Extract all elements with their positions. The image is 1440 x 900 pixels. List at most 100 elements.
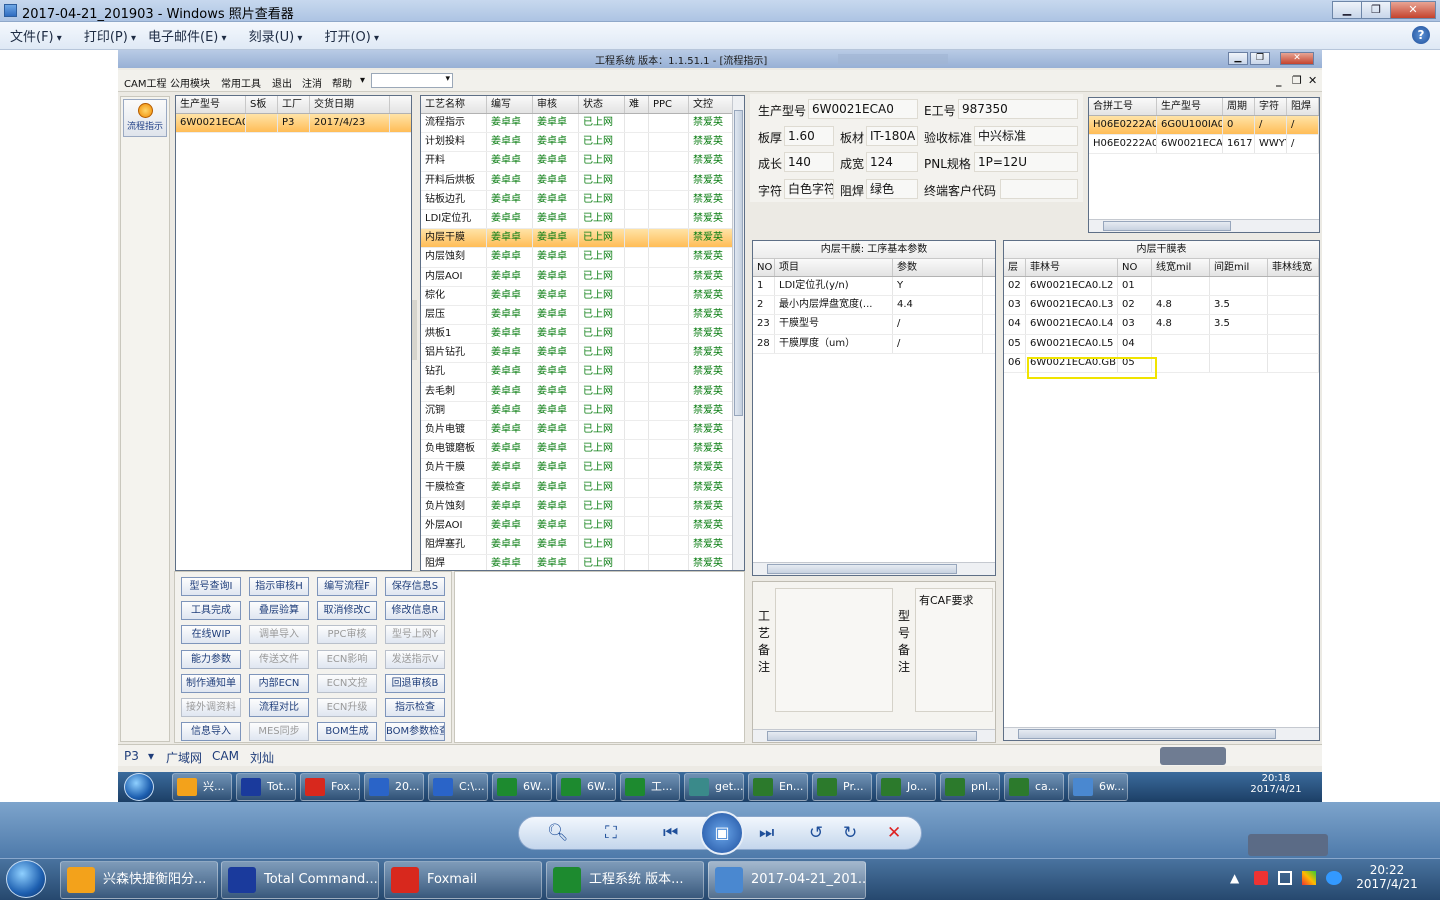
delete-icon[interactable]: ✕ xyxy=(887,823,901,843)
standard-value[interactable]: 中兴标准 xyxy=(974,126,1078,146)
process-row[interactable]: 负片电镀 姜卓卓 姜卓卓 已上网 禁爱英 xyxy=(421,421,744,441)
mdi-restore-button[interactable]: ❐ xyxy=(1292,74,1302,87)
action-button[interactable]: 修改信息R xyxy=(385,601,445,621)
model-value[interactable]: 6W0021ECA0 xyxy=(808,99,918,119)
process-row[interactable]: 流程指示 姜卓卓 姜卓卓 已上网 禁爱英 xyxy=(421,114,744,134)
thickness-value[interactable]: 1.60 xyxy=(784,126,834,146)
slideshow-icon[interactable]: ▣ xyxy=(700,811,744,855)
action-center-icon[interactable] xyxy=(1254,871,1268,885)
menu-burn[interactable]: 刻录(U) xyxy=(249,26,303,45)
action-button[interactable]: 内部ECN xyxy=(249,673,309,693)
action-button[interactable]: ECN升级 xyxy=(317,698,377,717)
action-button[interactable]: 指示审核H xyxy=(249,577,309,596)
process-row[interactable]: 内层AOI 姜卓卓 姜卓卓 已上网 禁爱英 xyxy=(421,267,744,287)
app-tray-icon[interactable] xyxy=(1302,871,1316,885)
plant-dropdown-arrow[interactable]: ▾ xyxy=(148,749,154,763)
merge-row[interactable]: H06E0222A0 6G0U100IA0 0// xyxy=(1089,116,1319,136)
process-row[interactable]: 外层AOI 姜卓卓 姜卓卓 已上网 禁爱英 xyxy=(421,516,744,537)
merge-col-char[interactable]: 字符 xyxy=(1255,98,1287,115)
mask-value[interactable]: 绿色 xyxy=(866,179,918,199)
inner-taskbar-button[interactable]: get... xyxy=(684,773,744,801)
orders-col-s[interactable]: S板 xyxy=(246,96,278,113)
film-col-layer[interactable]: 层 xyxy=(1004,259,1026,276)
process-col-name[interactable]: 工艺名称 xyxy=(421,96,487,113)
status-tab-cam[interactable]: CAM xyxy=(212,749,239,763)
network-icon[interactable] xyxy=(1278,871,1292,885)
menu-file[interactable]: 文件(F) xyxy=(10,26,62,45)
process-row[interactable]: 开料 姜卓卓 姜卓卓 已上网 禁爱英 xyxy=(421,152,744,172)
plant-selector[interactable]: P3 xyxy=(124,749,139,763)
mdi-close-button[interactable]: ✕ xyxy=(1308,74,1317,87)
action-button[interactable]: MES同步 xyxy=(249,722,309,742)
action-button[interactable]: PPC审核 xyxy=(317,625,377,645)
action-button[interactable]: 型号上网Y xyxy=(385,625,445,645)
film-col-spacing[interactable]: 间距mil xyxy=(1210,259,1268,276)
module-combo[interactable] xyxy=(371,73,453,88)
customer-code-value[interactable] xyxy=(1000,179,1078,199)
process-row[interactable]: 内层干膜 姜卓卓 姜卓卓 已上网 禁爱英 xyxy=(421,229,744,249)
merge-col-job[interactable]: 合拼工号 xyxy=(1089,98,1157,115)
rotate-ccw-icon[interactable]: ↺ xyxy=(809,823,823,843)
inner-taskbar-button[interactable]: 6W... xyxy=(556,773,616,801)
menu-help-arrow[interactable]: ▾ xyxy=(360,75,365,86)
process-row[interactable]: 阻焊塞孔 姜卓卓 姜卓卓 已上网 禁爱英 xyxy=(421,536,744,556)
length-value[interactable]: 140 xyxy=(784,152,834,172)
menu-help[interactable]: 帮助 xyxy=(332,75,352,90)
inner-taskbar-button[interactable]: Jo... xyxy=(876,773,936,801)
process-row[interactable]: 干膜检查 姜卓卓 姜卓卓 已上网 禁爱英 xyxy=(421,478,744,498)
tray-overflow-icon[interactable] xyxy=(1248,834,1328,856)
process-notes-text[interactable] xyxy=(775,588,893,712)
zoom-icon[interactable]: 🔍︎ xyxy=(547,823,569,843)
orders-col-date[interactable]: 交货日期 xyxy=(310,96,390,113)
menu-tools[interactable]: 常用工具 xyxy=(221,75,261,90)
process-row[interactable]: 去毛刺 姜卓卓 姜卓卓 已上网 禁爱英 xyxy=(421,382,744,402)
params-row[interactable]: 28 干膜厚度（um） / xyxy=(753,334,995,354)
inner-taskbar-button[interactable]: C:\... xyxy=(428,773,488,801)
start-button-icon[interactable] xyxy=(6,860,46,898)
action-button[interactable]: BOM生成 xyxy=(317,722,377,742)
inner-taskbar-button[interactable]: ca... xyxy=(1004,773,1064,801)
film-row[interactable]: 04 6W0021ECA0.L4 03 4.8 3.5 xyxy=(1004,315,1319,335)
merge-col-cycle[interactable]: 周期 xyxy=(1223,98,1255,115)
action-button[interactable]: 在线WIP xyxy=(181,625,241,645)
menu-email[interactable]: 电子邮件(E) xyxy=(148,26,227,45)
params-col-item[interactable]: 项目 xyxy=(775,259,893,276)
inner-clock[interactable]: 20:18 2017/4/21 xyxy=(1236,773,1316,795)
params-row[interactable]: 23 干膜型号 / xyxy=(753,315,995,335)
os-taskbar-button[interactable]: Foxmail xyxy=(384,861,542,899)
os-clock[interactable]: 20:22 2017/4/21 xyxy=(1350,863,1424,891)
process-col-review[interactable]: 审核 xyxy=(533,96,579,113)
action-button[interactable]: 流程对比 xyxy=(249,698,309,717)
process-row[interactable]: 钻孔 姜卓卓 姜卓卓 已上网 禁爱英 xyxy=(421,363,744,383)
film-row[interactable]: 03 6W0021ECA0.L3 02 4.8 3.5 xyxy=(1004,296,1319,316)
params-row[interactable]: 1 LDI定位孔(y/n) Y xyxy=(753,277,995,297)
params-row[interactable]: 2 最小内层焊盘宽度(... 4.4 xyxy=(753,296,995,316)
inner-taskbar-button[interactable]: Tot... xyxy=(236,773,296,801)
process-row[interactable]: 沉铜 姜卓卓 姜卓卓 已上网 禁爱英 xyxy=(421,401,744,421)
process-scrollbar[interactable] xyxy=(732,96,744,570)
eno-value[interactable]: 987350 xyxy=(958,99,1078,119)
process-row[interactable]: 开料后烘板 姜卓卓 姜卓卓 已上网 禁爱英 xyxy=(421,171,744,191)
app-minimize-button[interactable]: ▁ xyxy=(1228,52,1248,65)
process-row[interactable]: 阻焊 姜卓卓 姜卓卓 已上网 禁爱英 xyxy=(421,555,744,570)
process-row[interactable]: 烘板1 姜卓卓 姜卓卓 已上网 禁爱英 xyxy=(421,325,744,345)
inner-taskbar-button[interactable]: Pr... xyxy=(812,773,872,801)
merge-col-model[interactable]: 生产型号 xyxy=(1157,98,1223,115)
tray-arrow-icon[interactable]: ▲ xyxy=(1230,871,1239,885)
process-col-doc[interactable]: 文控 xyxy=(689,96,734,113)
action-button[interactable]: 调单导入 xyxy=(249,625,309,645)
film-col-film-width[interactable]: 菲林线宽 xyxy=(1268,259,1319,276)
menu-logout[interactable]: 注消 xyxy=(302,75,322,90)
process-row[interactable]: LDI定位孔 姜卓卓 姜卓卓 已上网 禁爱英 xyxy=(421,209,744,230)
pnl-value[interactable]: 1P=12U xyxy=(974,152,1078,172)
process-col-status[interactable]: 状态 xyxy=(579,96,625,113)
os-taskbar-button[interactable]: Total Command... xyxy=(221,861,379,899)
app-close-button[interactable]: ✕ xyxy=(1280,52,1314,65)
app-maximize-button[interactable]: ❐ xyxy=(1250,52,1270,65)
previous-icon[interactable]: ⏮ xyxy=(663,823,678,843)
inner-taskbar-button[interactable]: En... xyxy=(748,773,808,801)
film-row[interactable]: 05 6W0021ECA0.L5 04 xyxy=(1004,334,1319,354)
params-hscroll[interactable] xyxy=(753,562,995,575)
maximize-button[interactable]: ❐ xyxy=(1361,1,1391,19)
process-row[interactable]: 负电镀磨板 姜卓卓 姜卓卓 已上网 禁爱英 xyxy=(421,440,744,460)
